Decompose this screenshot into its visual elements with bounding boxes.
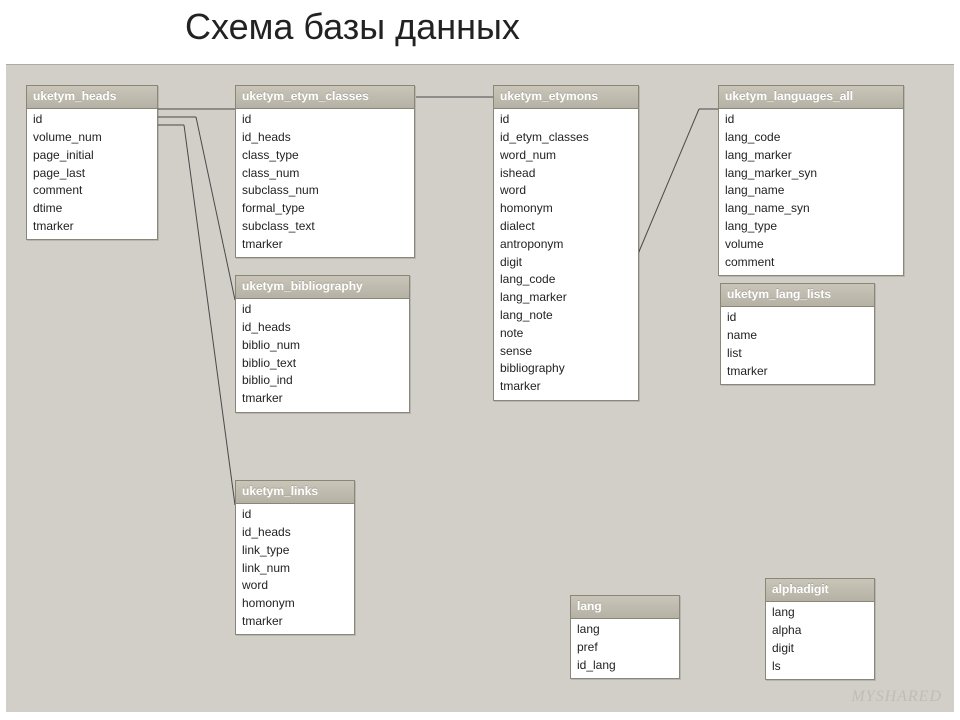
field: page_initial [33, 146, 151, 164]
field: lang_code [725, 129, 897, 147]
field: id [33, 111, 151, 129]
table-body: id volume_num page_initial page_last com… [27, 109, 157, 240]
field: word [242, 577, 348, 595]
field: id [242, 301, 403, 319]
table-body: id name list tmarker [721, 307, 874, 384]
table-body: lang pref id_lang [571, 619, 679, 678]
field: id_etym_classes [500, 129, 632, 147]
field: digit [500, 253, 632, 271]
table-uketym-heads[interactable]: uketym_heads id volume_num page_initial … [26, 85, 158, 240]
field: homonym [242, 595, 348, 613]
table-alphadigit[interactable]: alphadigit lang alpha digit ls [765, 578, 875, 680]
table-body: id id_heads class_type class_num subclas… [236, 109, 414, 257]
table-uketym-languages-all[interactable]: uketym_languages_all id lang_code lang_m… [718, 85, 904, 276]
field: id [725, 111, 897, 129]
field: sense [500, 342, 632, 360]
field: id [242, 506, 348, 524]
table-uketym-etymons[interactable]: uketym_etymons id id_etym_classes word_n… [493, 85, 639, 401]
field: pref [577, 639, 673, 657]
table-uketym-bibliography[interactable]: uketym_bibliography id id_heads biblio_n… [235, 275, 410, 413]
table-body: id id_heads biblio_num biblio_text bibli… [236, 299, 409, 412]
field: tmarker [500, 378, 632, 396]
table-header: uketym_languages_all [719, 86, 903, 109]
watermark: MYSHARED [851, 688, 942, 706]
field: word [500, 182, 632, 200]
page-title: Схема базы данных [185, 6, 520, 48]
field: word_num [500, 146, 632, 164]
field: class_type [242, 146, 408, 164]
table-header: uketym_bibliography [236, 276, 409, 299]
field: volume_num [33, 129, 151, 147]
field: comment [725, 253, 897, 271]
table-body: id lang_code lang_marker lang_marker_syn… [719, 109, 903, 275]
table-uketym-etym-classes[interactable]: uketym_etym_classes id id_heads class_ty… [235, 85, 415, 258]
field: biblio_num [242, 336, 403, 354]
table-body: lang alpha digit ls [766, 602, 874, 679]
field: lang [577, 621, 673, 639]
field: list [727, 344, 868, 362]
field: tmarker [33, 218, 151, 236]
table-body: id id_heads link_type link_num word homo… [236, 504, 354, 635]
table-header: uketym_etymons [494, 86, 638, 109]
field: lang_marker_syn [725, 164, 897, 182]
field: bibliography [500, 360, 632, 378]
field: id_heads [242, 524, 348, 542]
field: ls [772, 657, 868, 675]
field: tmarker [242, 235, 408, 253]
field: volume [725, 235, 897, 253]
field: lang_name [725, 182, 897, 200]
table-header: alphadigit [766, 579, 874, 602]
field: antroponym [500, 235, 632, 253]
table-body: id id_etym_classes word_num ishead word … [494, 109, 638, 400]
table-header: uketym_links [236, 481, 354, 504]
field: subclass_num [242, 182, 408, 200]
field: biblio_ind [242, 372, 403, 390]
table-lang[interactable]: lang lang pref id_lang [570, 595, 680, 679]
field: link_num [242, 559, 348, 577]
field: comment [33, 182, 151, 200]
field: ishead [500, 164, 632, 182]
field: name [727, 327, 868, 345]
field: lang_name_syn [725, 200, 897, 218]
field: dtime [33, 200, 151, 218]
diagram-canvas: uketym_heads id volume_num page_initial … [6, 64, 954, 712]
field: page_last [33, 164, 151, 182]
table-header: uketym_heads [27, 86, 157, 109]
table-uketym-lang-lists[interactable]: uketym_lang_lists id name list tmarker [720, 283, 875, 385]
field: alpha [772, 622, 868, 640]
table-header: uketym_lang_lists [721, 284, 874, 307]
field: subclass_text [242, 218, 408, 236]
field: link_type [242, 541, 348, 559]
field: lang_marker [500, 289, 632, 307]
field: formal_type [242, 200, 408, 218]
field: id [500, 111, 632, 129]
field: note [500, 324, 632, 342]
field: class_num [242, 164, 408, 182]
field: digit [772, 639, 868, 657]
field: id [727, 309, 868, 327]
field: id_lang [577, 656, 673, 674]
field: biblio_text [242, 354, 403, 372]
field: tmarker [727, 362, 868, 380]
field: id_heads [242, 129, 408, 147]
field: dialect [500, 218, 632, 236]
field: lang_code [500, 271, 632, 289]
field: tmarker [242, 613, 348, 631]
field: lang_type [725, 218, 897, 236]
field: id_heads [242, 319, 403, 337]
field: homonym [500, 200, 632, 218]
table-header: uketym_etym_classes [236, 86, 414, 109]
table-header: lang [571, 596, 679, 619]
table-uketym-links[interactable]: uketym_links id id_heads link_type link_… [235, 480, 355, 635]
field: id [242, 111, 408, 129]
field: lang [772, 604, 868, 622]
field: lang_note [500, 307, 632, 325]
field: lang_marker [725, 146, 897, 164]
field: tmarker [242, 390, 403, 408]
